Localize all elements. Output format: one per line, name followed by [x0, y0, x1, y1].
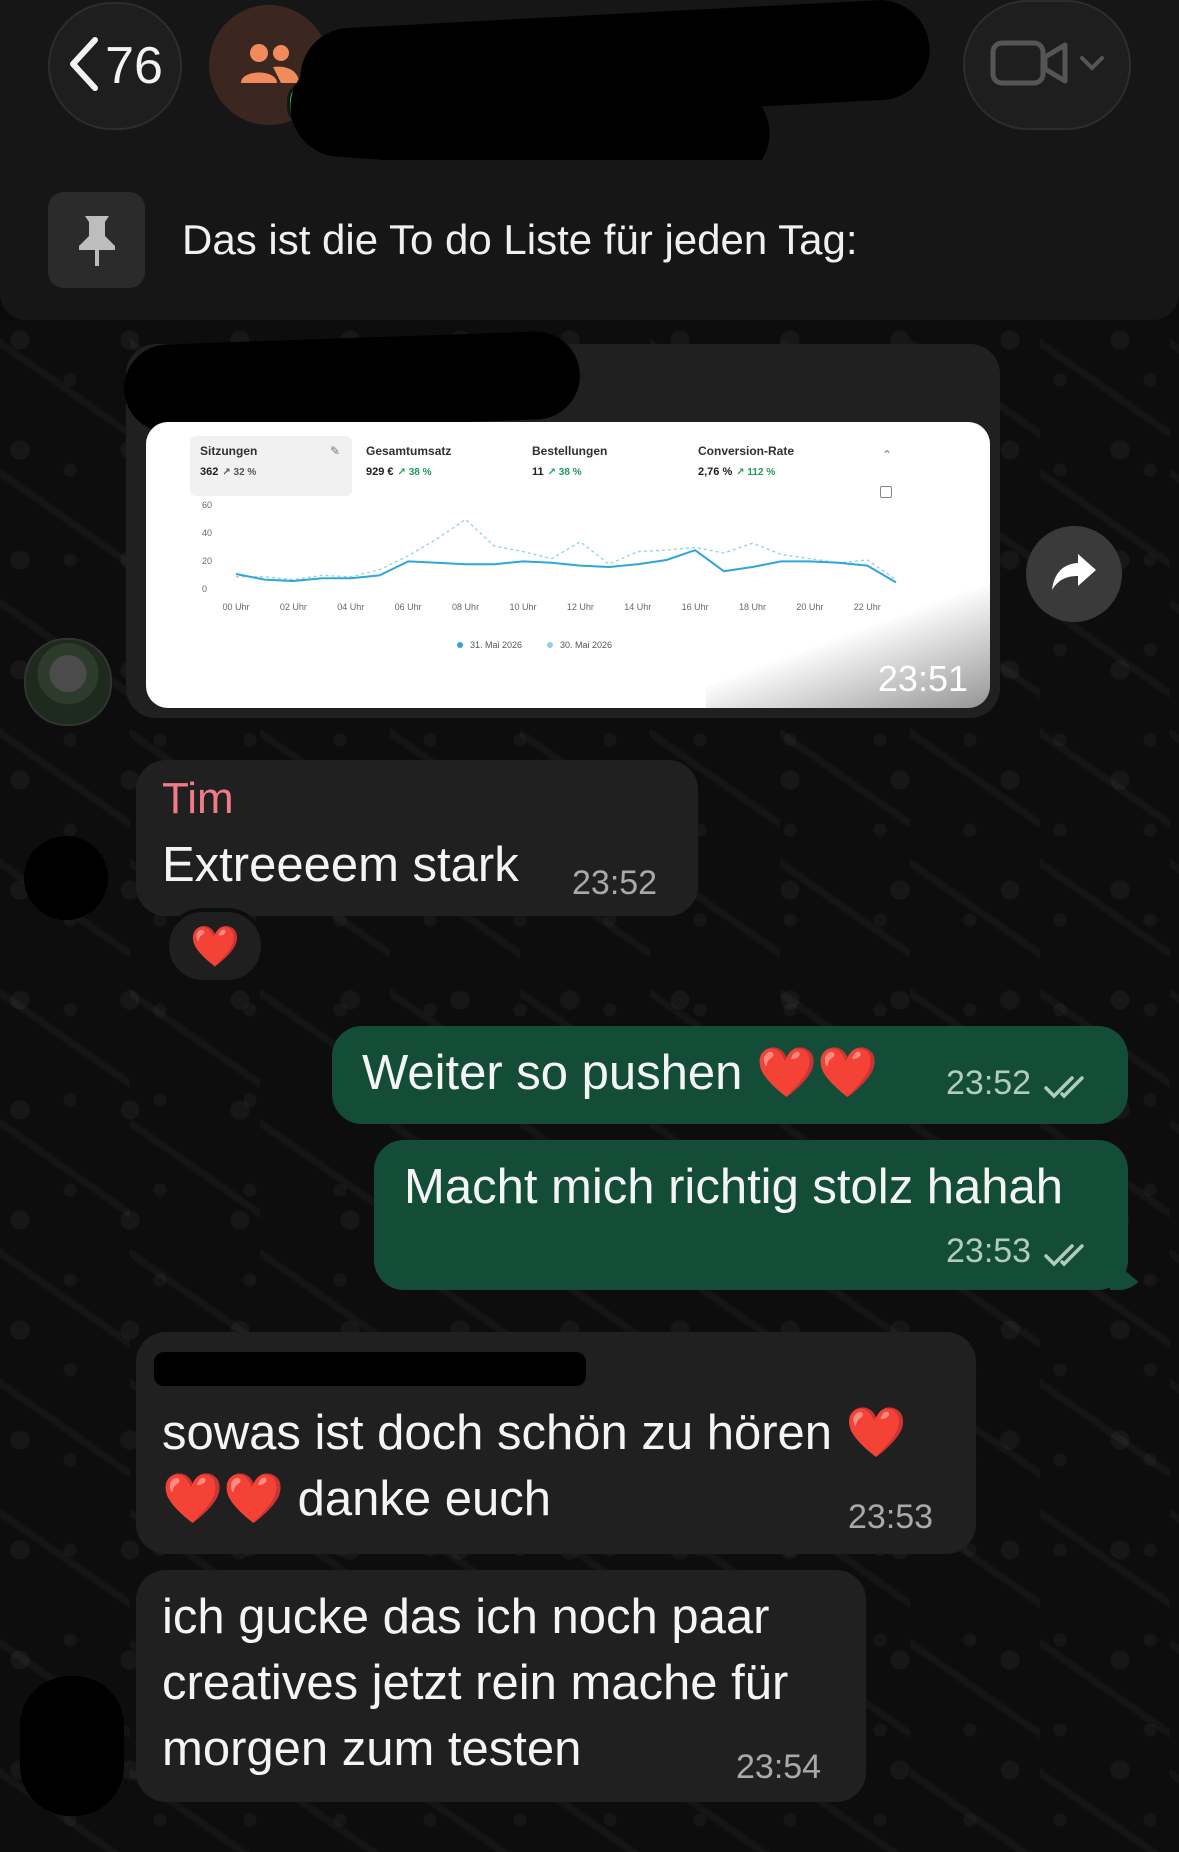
chevron-down-icon — [1079, 55, 1105, 76]
kpi-value: 362 — [200, 466, 219, 478]
forward-button[interactable] — [1026, 526, 1122, 622]
message-text: ich gucke das ich noch paar — [162, 1590, 770, 1644]
kpi-conversion: Conversion-Rate 2,76 % ↗ 112 % — [688, 436, 868, 496]
message-time: 23:52 — [946, 1064, 1032, 1102]
message-bubble-outgoing[interactable]: Macht mich richtig stolz hahah 23:53 — [374, 1140, 1128, 1290]
message-time: 23:53 — [848, 1498, 934, 1536]
kpi-change: ↗ 32 % — [222, 467, 257, 478]
y-tick-label: 40 — [202, 528, 212, 538]
message-text: morgen zum testen — [162, 1722, 582, 1776]
kpi-value-line: 2,76 % ↗ 112 % — [698, 466, 775, 478]
chat-header: 76 — [0, 0, 1179, 187]
pinned-message-bar[interactable]: Das ist die To do Liste für jeden Tag: — [0, 160, 1179, 320]
y-tick-label: 0 — [202, 584, 207, 594]
y-tick-label: 60 — [202, 500, 212, 510]
kpi-sessions: Sitzungen ✎ 362 ↗ 32 % — [190, 436, 352, 496]
message-text: creatives jetzt rein mache für — [162, 1656, 789, 1710]
message-bubble-incoming[interactable]: ich gucke das ich noch paar creatives je… — [136, 1570, 866, 1802]
legend-dot — [547, 642, 553, 648]
message-time-line: 23:53 — [946, 1232, 1090, 1273]
kpi-label: Gesamtumsatz — [366, 444, 452, 458]
message-bubble-outgoing[interactable]: Weiter so pushen ❤️❤️ 23:52 — [332, 1026, 1128, 1124]
read-receipt-icon — [1043, 1242, 1090, 1273]
message-time: 23:51 — [877, 658, 968, 699]
redacted-sender-name — [122, 330, 582, 434]
message-time: 23:54 — [736, 1748, 822, 1786]
analytics-screenshot[interactable]: Sitzungen ✎ 362 ↗ 32 % Gesamtumsatz 929 €… — [146, 422, 990, 708]
legend-label: 30. Mai 2026 — [560, 640, 612, 650]
kpi-label: Conversion-Rate — [698, 444, 795, 458]
chevron-up-icon: ⌃ — [882, 448, 893, 462]
pinned-message-text: Das ist die To do Liste für jeden Tag: — [182, 216, 858, 263]
message-time-line: 23:52 — [946, 1064, 1090, 1105]
x-tick-label: 06 Uhr — [395, 602, 422, 612]
x-tick-label: 04 Uhr — [337, 602, 364, 612]
group-icon — [237, 41, 301, 90]
x-tick-label: 00 Uhr — [222, 602, 249, 612]
series-line — [236, 518, 897, 581]
message-text: sowas ist doch schön zu hören ❤️ — [162, 1406, 907, 1460]
message-bubble-tim[interactable]: Tim Extreeeem stark 23:52 — [136, 760, 698, 916]
forward-arrow-icon — [1050, 552, 1098, 597]
pin-icon — [48, 192, 145, 288]
kpi-label: Bestellungen — [532, 444, 608, 458]
kpi-change: ↗ 38 % — [547, 467, 582, 478]
sender-avatar[interactable] — [24, 638, 112, 726]
message-text: Macht mich richtig stolz hahah — [404, 1160, 1064, 1214]
legend-label: 31. Mai 2026 — [470, 640, 522, 650]
x-tick-label: 02 Uhr — [280, 602, 307, 612]
message-text: Extreeeem stark — [162, 838, 519, 892]
read-receipt-icon — [1043, 1074, 1090, 1105]
heart-reaction: ❤️ — [190, 924, 240, 969]
chevron-left-icon — [67, 36, 101, 97]
video-camera-icon — [989, 37, 1073, 94]
kpi-value-line: 11 ↗ 38 % — [532, 466, 582, 478]
message-bubble-incoming[interactable]: sowas ist doch schön zu hören ❤️ ❤️❤️ da… — [136, 1332, 976, 1554]
unread-count: 76 — [105, 37, 163, 95]
redacted-sender-name — [154, 1352, 586, 1386]
x-tick-label: 10 Uhr — [509, 602, 536, 612]
message-time: 23:53 — [946, 1232, 1032, 1270]
y-tick-label: 20 — [202, 556, 212, 566]
x-tick-label: 14 Uhr — [624, 602, 651, 612]
kpi-revenue: Gesamtumsatz 929 € ↗ 38 % — [356, 436, 516, 496]
kpi-value-line: 362 ↗ 32 % — [200, 466, 256, 478]
sender-avatar-redacted[interactable] — [24, 836, 108, 920]
pencil-icon: ✎ — [330, 444, 341, 458]
message-text: Weiter so pushen ❤️❤️ — [362, 1046, 879, 1100]
message-text: ❤️❤️ danke euch — [162, 1472, 552, 1526]
kpi-value: 929 € — [366, 466, 394, 478]
x-tick-label: 08 Uhr — [452, 602, 479, 612]
kpi-value: 11 — [532, 466, 544, 478]
video-call-button[interactable] — [963, 0, 1131, 130]
kpi-change: ↗ 38 % — [397, 467, 432, 478]
x-tick-label: 12 Uhr — [567, 602, 594, 612]
kpi-label: Sitzungen — [200, 444, 258, 458]
legend-dot — [457, 642, 463, 648]
sender-name: Tim — [162, 774, 234, 823]
sender-avatar-redacted[interactable] — [20, 1676, 124, 1816]
kpi-change: ↗ 112 % — [736, 467, 776, 478]
kpi-value: 2,76 % — [698, 466, 733, 478]
kpi-value-line: 929 € ↗ 38 % — [366, 466, 431, 478]
message-time: 23:52 — [572, 864, 658, 902]
x-tick-label: 16 Uhr — [682, 602, 709, 612]
message-reaction[interactable]: ❤️ — [165, 908, 265, 984]
kpi-orders: Bestellungen 11 ↗ 38 % — [522, 436, 682, 496]
back-button[interactable]: 76 — [48, 2, 182, 130]
